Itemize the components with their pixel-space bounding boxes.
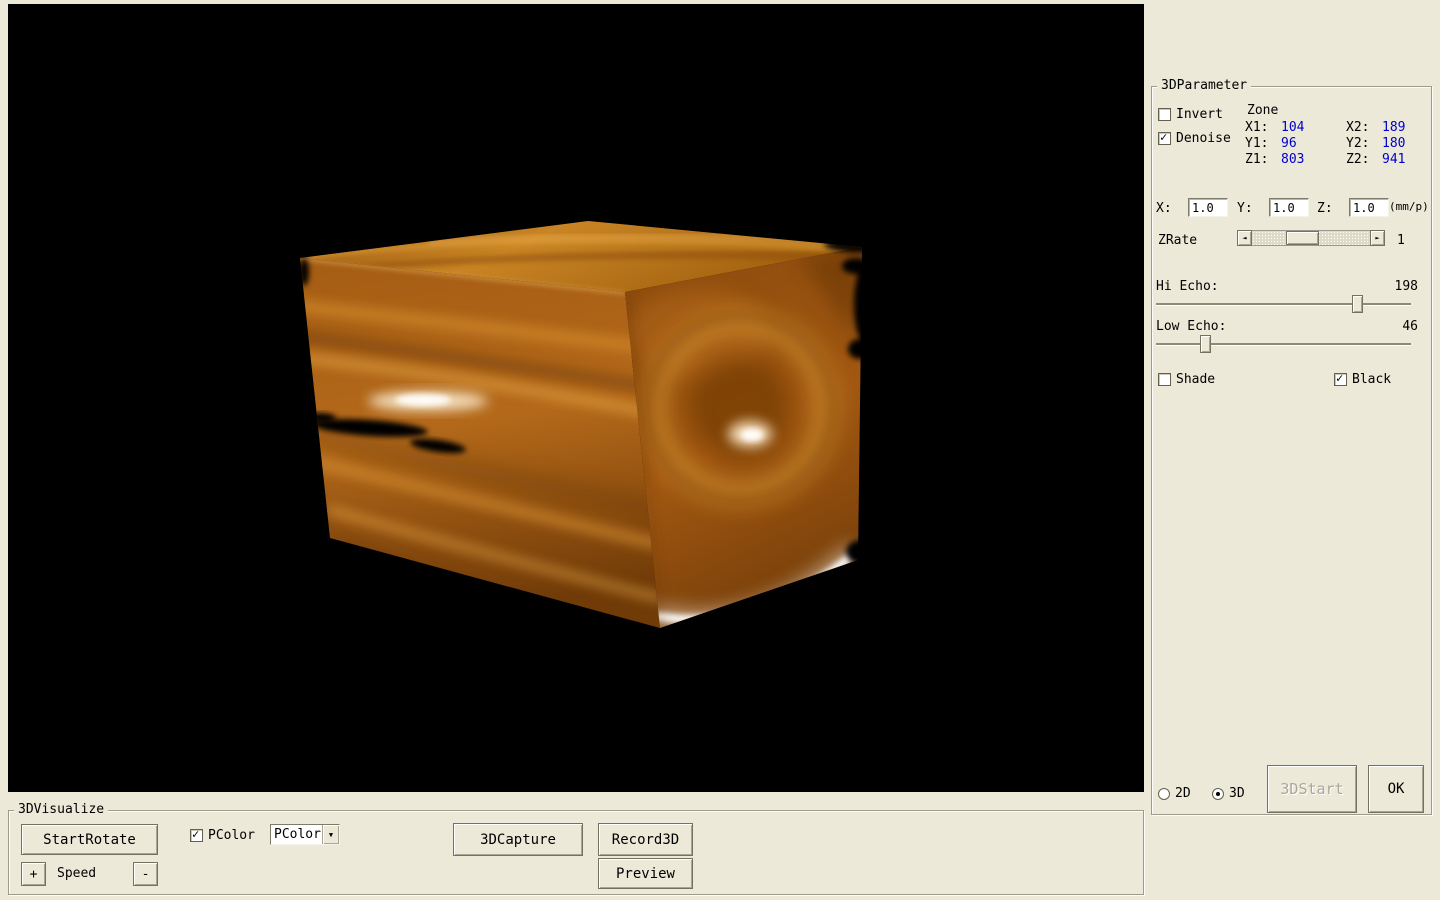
- start-rotate-button[interactable]: StartRotate: [21, 824, 158, 855]
- invert-checkbox-row[interactable]: Invert: [1158, 107, 1223, 122]
- scale-z-label: Z:: [1317, 201, 1333, 216]
- render-viewport[interactable]: [8, 4, 1144, 792]
- capture-3d-button[interactable]: 3DCapture: [453, 823, 583, 856]
- zone-z1-value: 803: [1273, 152, 1346, 167]
- zone-x-row: X1: 104 X2: 189: [1245, 119, 1414, 135]
- low-echo-label: Low Echo:: [1156, 319, 1226, 334]
- zrate-scrollbar-track[interactable]: [1252, 230, 1370, 246]
- speed-minus-button[interactable]: -: [133, 862, 158, 886]
- mode-3d-label: 3D: [1229, 786, 1245, 801]
- visualize-groupbox: 3DVisualize StartRotate ✓ PColor PColor …: [8, 810, 1144, 895]
- start3d-button[interactable]: 3DStart: [1267, 765, 1357, 813]
- check-icon: ✓: [1336, 372, 1343, 385]
- hi-echo-slider-thumb[interactable]: [1352, 295, 1363, 313]
- pcolor-dropdown-value: PColor: [271, 825, 322, 844]
- low-echo-slider-track[interactable]: [1156, 343, 1411, 345]
- zone-y1-label: Y1:: [1245, 136, 1273, 151]
- denoise-label: Denoise: [1176, 131, 1231, 146]
- zone-x2-value: 189: [1374, 120, 1414, 135]
- scale-z-input[interactable]: [1349, 198, 1389, 217]
- hi-echo-label: Hi Echo:: [1156, 279, 1219, 294]
- zone-z1-label: Z1:: [1245, 152, 1273, 167]
- denoise-checkbox[interactable]: ✓: [1158, 132, 1171, 145]
- scale-unit-label: (mm/p): [1389, 200, 1429, 213]
- zone-y2-value: 180: [1374, 136, 1414, 151]
- shade-checkbox-row[interactable]: Shade: [1158, 372, 1215, 387]
- pcolor-dropdown-button[interactable]: ▼: [322, 825, 339, 844]
- zrate-value: 1: [1397, 233, 1405, 248]
- shade-label: Shade: [1176, 372, 1215, 387]
- speed-plus-button[interactable]: +: [21, 862, 46, 886]
- zone-y2-label: Y2:: [1346, 136, 1374, 151]
- parameter-groupbox: 3DParameter Invert ✓ Denoise Zone X1: 10…: [1151, 86, 1432, 815]
- mode-2d-radio[interactable]: [1158, 788, 1170, 800]
- zone-x2-label: X2:: [1346, 120, 1374, 135]
- mode-3d-radio-row[interactable]: 3D: [1212, 786, 1245, 801]
- zone-z2-value: 941: [1374, 152, 1414, 167]
- scale-x-input[interactable]: [1188, 198, 1228, 217]
- zone-x1-value: 104: [1273, 120, 1346, 135]
- black-label: Black: [1352, 372, 1391, 387]
- zone-y-row: Y1: 96 Y2: 180: [1245, 135, 1414, 151]
- black-checkbox-row[interactable]: ✓ Black: [1334, 372, 1391, 387]
- invert-checkbox[interactable]: [1158, 108, 1171, 121]
- low-echo-slider-thumb[interactable]: [1200, 335, 1211, 353]
- scale-y-input[interactable]: [1269, 198, 1309, 217]
- hi-echo-value: 198: [1384, 279, 1418, 294]
- mode-2d-radio-row[interactable]: 2D: [1158, 786, 1191, 801]
- app-window: 3DParameter Invert ✓ Denoise Zone X1: 10…: [0, 0, 1440, 900]
- scroll-left-icon: ◄: [1242, 234, 1246, 242]
- invert-label: Invert: [1176, 107, 1223, 122]
- scroll-left-button[interactable]: ◄: [1237, 230, 1252, 246]
- shade-checkbox[interactable]: [1158, 373, 1171, 386]
- mode-3d-radio[interactable]: [1212, 788, 1224, 800]
- pcolor-dropdown[interactable]: PColor ▼: [270, 824, 340, 845]
- zone-z-row: Z1: 803 Z2: 941: [1245, 151, 1414, 167]
- preview-button[interactable]: Preview: [598, 858, 693, 889]
- zone-label: Zone: [1247, 103, 1414, 119]
- zrate-scrollbar[interactable]: ◄ ►: [1237, 230, 1385, 246]
- check-icon: ✓: [192, 828, 199, 841]
- black-checkbox[interactable]: ✓: [1334, 373, 1347, 386]
- pcolor-label: PColor: [208, 828, 255, 843]
- visualize-groupbox-title: 3DVisualize: [14, 802, 108, 818]
- scale-y-label: Y:: [1237, 201, 1253, 216]
- check-icon: ✓: [1160, 131, 1167, 144]
- zone-block: Zone X1: 104 X2: 189 Y1: 96 Y2: 180 Z1: …: [1245, 103, 1414, 167]
- parameter-groupbox-title: 3DParameter: [1157, 78, 1251, 94]
- denoise-checkbox-row[interactable]: ✓ Denoise: [1158, 131, 1231, 146]
- zrate-scrollbar-thumb[interactable]: [1286, 231, 1319, 245]
- volume-3d-render: [8, 4, 1144, 792]
- zrate-label: ZRate: [1158, 233, 1197, 248]
- speed-label: Speed: [57, 866, 96, 881]
- zone-y1-value: 96: [1273, 136, 1346, 151]
- pcolor-checkbox[interactable]: ✓: [190, 829, 203, 842]
- scroll-right-button[interactable]: ►: [1370, 230, 1385, 246]
- chevron-down-icon: ▼: [329, 831, 333, 839]
- ok-button[interactable]: OK: [1368, 765, 1424, 813]
- pcolor-checkbox-row[interactable]: ✓ PColor: [190, 828, 255, 843]
- scroll-right-icon: ►: [1375, 234, 1379, 242]
- hi-echo-slider-track[interactable]: [1156, 303, 1411, 305]
- zone-z2-label: Z2:: [1346, 152, 1374, 167]
- record-3d-button[interactable]: Record3D: [598, 823, 693, 856]
- low-echo-value: 46: [1384, 319, 1418, 334]
- scale-x-label: X:: [1156, 201, 1172, 216]
- zone-x1-label: X1:: [1245, 120, 1273, 135]
- mode-2d-label: 2D: [1175, 786, 1191, 801]
